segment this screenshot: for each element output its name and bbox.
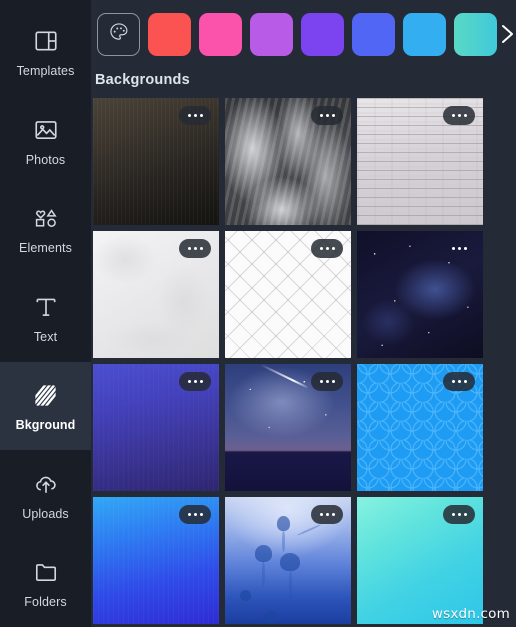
thumbnail-more-button[interactable] — [311, 505, 343, 524]
sidebar-item-folders[interactable]: Folders — [0, 538, 91, 627]
photos-icon — [31, 115, 61, 145]
palette-icon — [108, 21, 130, 48]
swatch-red[interactable] — [148, 13, 191, 56]
thumbnail-more-button[interactable] — [443, 372, 475, 391]
swatch-cyan[interactable] — [403, 13, 446, 56]
swatch-pink[interactable] — [199, 13, 242, 56]
thumbnail-more-button[interactable] — [443, 239, 475, 258]
left-sidebar: Templates Photos Elements Text Bkground … — [0, 0, 91, 627]
bg-grey-stone-texture[interactable] — [225, 98, 351, 225]
thumbnail-more-button[interactable] — [443, 106, 475, 125]
thumbnail-more-button[interactable] — [311, 372, 343, 391]
sidebar-item-bkground[interactable]: Bkground — [0, 347, 91, 465]
bg-indigo-gradient[interactable] — [93, 364, 219, 491]
bg-white-quilted[interactable] — [225, 231, 351, 358]
sidebar-item-text[interactable]: Text — [0, 273, 91, 362]
bg-blue-hexagons[interactable] — [357, 364, 483, 491]
thumbnail-more-button[interactable] — [179, 239, 211, 258]
uploads-icon — [31, 469, 61, 499]
sidebar-label-photos: Photos — [25, 152, 66, 167]
sidebar-label-elements: Elements — [19, 241, 72, 256]
sidebar-panel-divider — [91, 0, 92, 627]
sidebar-item-templates[interactable]: Templates — [0, 8, 91, 97]
bg-white-marble[interactable] — [93, 231, 219, 358]
background-icon — [31, 380, 61, 410]
swatch-orchid[interactable] — [250, 13, 293, 56]
bg-jellyfish-underwater[interactable] — [225, 497, 351, 624]
text-icon — [31, 292, 61, 322]
page-title: Backgrounds — [95, 72, 190, 88]
sidebar-label-folders: Folders — [24, 594, 67, 609]
thumbnail-more-button[interactable] — [179, 372, 211, 391]
thumbnail-more-button[interactable] — [311, 239, 343, 258]
sidebar-item-photos[interactable]: Photos — [0, 96, 91, 185]
bg-dark-starfield[interactable] — [357, 231, 483, 358]
bg-dark-brown-gradient[interactable] — [93, 98, 219, 225]
bg-teal-gradient[interactable] — [357, 497, 483, 624]
editor-window: Templates Photos Elements Text Bkground … — [0, 0, 516, 627]
backgrounds-panel: Backgrounds wsxdn.com — [91, 0, 516, 627]
chevron-right-icon[interactable] — [496, 17, 516, 51]
sidebar-item-elements[interactable]: Elements — [0, 184, 91, 274]
color-swatch-strip[interactable] — [91, 0, 516, 68]
color-picker-button[interactable] — [97, 13, 140, 56]
bg-white-wood-planks[interactable] — [357, 98, 483, 225]
thumbnail-more-button[interactable] — [443, 505, 475, 524]
swatch-teal[interactable] — [454, 13, 497, 56]
swatch-blue[interactable] — [352, 13, 395, 56]
bg-night-sky-meteor[interactable] — [225, 364, 351, 491]
thumbnail-more-button[interactable] — [179, 106, 211, 125]
backgrounds-grid — [91, 98, 516, 624]
bg-blue-gradient[interactable] — [93, 497, 219, 624]
thumbnail-more-button[interactable] — [311, 106, 343, 125]
folders-icon — [31, 557, 61, 587]
sidebar-label-uploads: Uploads — [22, 506, 69, 521]
sidebar-label-bkground: Bkground — [15, 418, 76, 433]
swatch-violet[interactable] — [301, 13, 344, 56]
thumbnail-more-button[interactable] — [179, 505, 211, 524]
meteor-streak — [259, 364, 308, 389]
sidebar-label-text: Text — [33, 329, 58, 344]
elements-icon — [31, 203, 61, 233]
templates-icon — [31, 26, 61, 56]
sidebar-label-templates: Templates — [16, 64, 75, 79]
sidebar-item-uploads[interactable]: Uploads — [0, 450, 91, 539]
